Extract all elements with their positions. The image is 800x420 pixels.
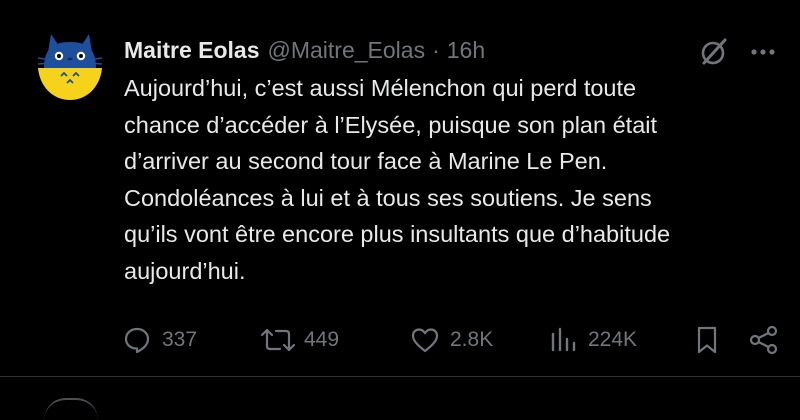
avatar[interactable] xyxy=(34,30,106,102)
tweet-text: Aujourd’hui, c’est aussi Mélenchon qui p… xyxy=(124,70,784,289)
views-count: 224K xyxy=(588,328,638,351)
repost-count: 449 xyxy=(304,328,340,351)
tweet-text-line: d’arriver au second tour face à Marine L… xyxy=(124,148,608,174)
like-button[interactable]: 2.8K xyxy=(410,318,493,362)
tweet-text-line: qu’ils vont être encore plus insultants … xyxy=(124,221,671,247)
repost-button[interactable]: 449 xyxy=(258,318,339,362)
author-handle[interactable]: @Maitre_Eolas xyxy=(268,37,426,64)
tweet[interactable]: Maitre Eolas @Maitre_Eolas · 16h Aujourd… xyxy=(0,0,800,376)
repost-icon xyxy=(260,328,296,352)
tweet-divider xyxy=(0,376,800,377)
totoro-avatar-image xyxy=(37,34,103,100)
bookmark-button[interactable] xyxy=(692,318,722,362)
action-bar: 337 449 2.8K 224K xyxy=(0,318,800,362)
share-icon xyxy=(749,325,778,355)
tweet-text-line: chance d’accéder à l’Elysée, puisque son… xyxy=(124,111,658,138)
views-icon xyxy=(551,327,576,352)
share-button[interactable] xyxy=(748,318,780,362)
tweet-text-line: aujourd’hui. xyxy=(124,257,246,284)
tweet-text-line: Aujourd’hui, c’est aussi Mélenchon qui p… xyxy=(124,75,637,101)
reply-count: 337 xyxy=(162,328,198,351)
timestamp[interactable]: 16h xyxy=(447,37,485,64)
heart-icon xyxy=(411,328,439,353)
bookmark-icon xyxy=(697,326,717,354)
views-button[interactable]: 224K xyxy=(548,318,637,362)
more-icon[interactable] xyxy=(748,40,778,64)
next-tweet-avatar[interactable] xyxy=(44,398,98,420)
grok-icon[interactable] xyxy=(698,36,730,68)
reply-button[interactable]: 337 xyxy=(122,318,197,362)
like-count: 2.8K xyxy=(450,328,494,351)
tweet-header: Maitre Eolas @Maitre_Eolas · 16h xyxy=(124,34,485,66)
reply-icon xyxy=(124,327,150,354)
tweet-text-line: Condoléances à lui et à tous ses soutien… xyxy=(124,184,652,211)
header-separator: · xyxy=(432,36,440,63)
author-name[interactable]: Maitre Eolas xyxy=(124,37,260,64)
